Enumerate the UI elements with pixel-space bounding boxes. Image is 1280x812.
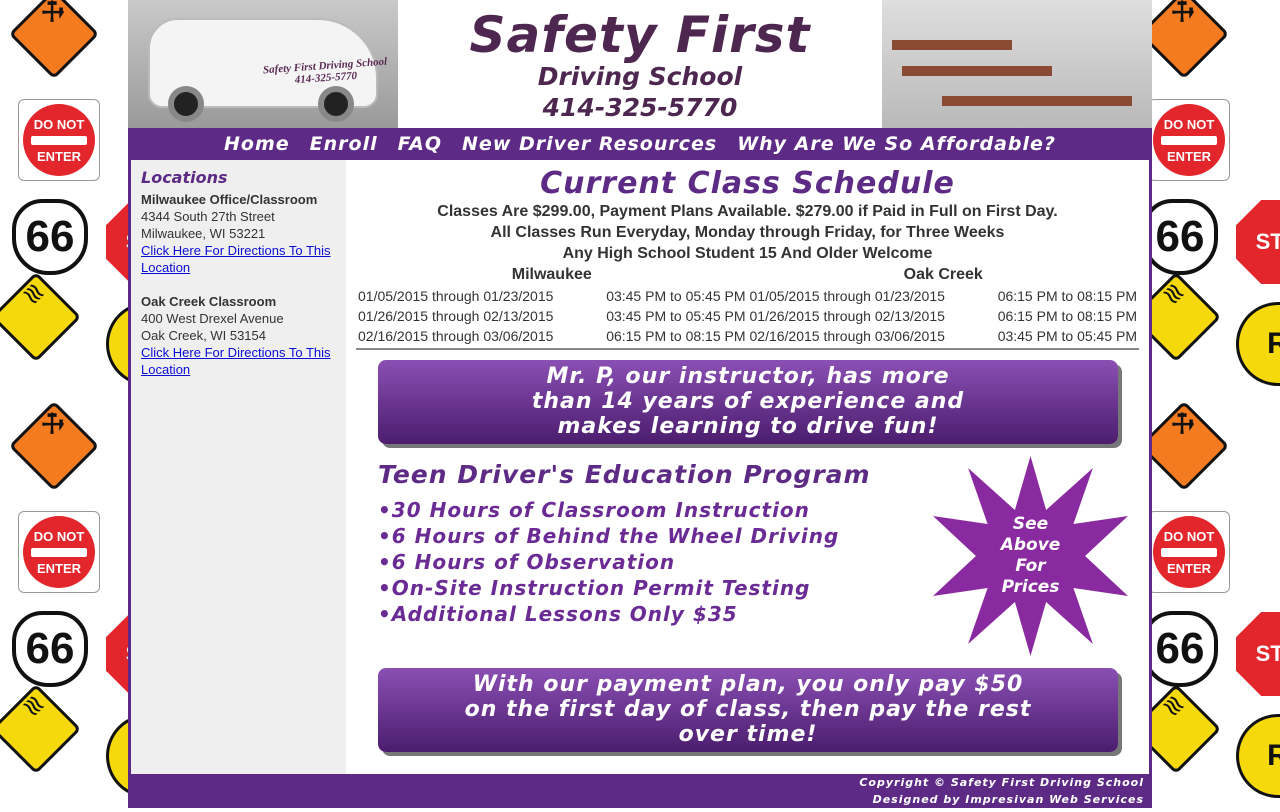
banner-line: over time! [678,722,818,747]
table-row: 01/05/2015 through 01/23/2015 06:15 PM to… [748,286,1140,306]
desk [942,96,1132,106]
schedule-table: Milwaukee 01/05/2015 through 01/23/2015 0… [356,266,1139,346]
banner-line: makes learning to drive fun! [557,414,939,439]
table-row: 01/26/2015 through 02/13/2015 06:15 PM to… [748,306,1140,326]
row-time: 03:45 PM to 05:45 PM [997,328,1137,344]
row-dates: 01/05/2015 through 01/23/2015 [358,288,554,304]
starburst-line: For [1015,556,1046,576]
site-logo[interactable]: Safety First Driving School 414-325-5770 [398,0,882,128]
row-time: 03:45 PM to 05:45 PM [606,308,746,324]
directions-link-oak-creek[interactable]: Click Here For Directions To This Locati… [141,345,331,377]
route-66-sign-icon: 66 [1142,199,1218,275]
nav-faq[interactable]: FAQ [398,133,442,155]
row-dates: 02/16/2015 through 03/06/2015 [749,328,945,344]
starburst-line: See [1012,514,1049,534]
row-dates: 01/26/2015 through 02/13/2015 [358,308,554,324]
banner-line: Mr. P, our instructor, has more [546,364,950,389]
car-wheel [168,86,204,122]
banner-line: With our payment plan, you only pay $50 [472,672,1024,697]
schedule-days: All Classes Run Everyday, Monday through… [490,224,1005,241]
route-66-sign-icon: 66 [1142,611,1218,687]
slippery-road-sign-icon: ≋ [1130,683,1222,775]
schedule-divider [356,348,1139,350]
location-oak-creek: Oak Creek Classroom 400 West Drexel Aven… [141,293,336,378]
starburst-line: Above [1000,535,1061,555]
nav-home[interactable]: Home [224,133,290,155]
nav-new-driver-resources[interactable]: New Driver Resources [462,133,717,155]
teen-program: Teen Driver's Education Program •30 Hour… [378,456,1138,660]
road-work-sign-icon: ⚒ [8,400,100,492]
row-dates: 02/16/2015 through 03/06/2015 [358,328,554,344]
row-dates: 01/26/2015 through 02/13/2015 [749,308,945,324]
row-time: 06:15 PM to 08:15 PM [606,328,746,344]
stop-sign-icon: STO [1236,612,1280,696]
railroad-crossing-sign-icon: R [1236,302,1280,386]
nav-enroll[interactable]: Enroll [310,133,378,155]
banner-line: than 14 years of experience and [531,389,965,414]
schedule-column-oak-creek: Oak Creek 01/05/2015 through 01/23/2015 0… [748,266,1140,346]
school-name: Safety First [469,6,811,64]
table-row: 01/05/2015 through 01/23/2015 03:45 PM to… [356,286,748,306]
banner-line: on the first day of class, then pay the … [464,697,1032,722]
row-time: 06:15 PM to 08:15 PM [997,288,1137,304]
column-heading: Milwaukee [511,266,592,283]
slippery-road-sign-icon: ≋ [0,271,82,363]
desk [892,40,1012,50]
location-milwaukee: Milwaukee Office/Classroom 4344 South 27… [141,191,336,276]
classroom-photo [882,0,1152,128]
school-subtitle: Driving School [537,62,743,91]
row-dates: 01/05/2015 through 01/23/2015 [749,288,945,304]
directions-link-milwaukee[interactable]: Click Here For Directions To This Locati… [141,243,331,275]
main-nav: Home Enroll FAQ New Driver Resources Why… [128,128,1152,160]
column-heading: Oak Creek [903,266,983,283]
table-row: 01/26/2015 through 02/13/2015 03:45 PM to… [356,306,748,326]
car-photo: Safety First Driving School 414-325-5770 [128,0,398,128]
locations-heading: Locations [141,168,228,187]
starburst-line: Prices [1001,577,1060,597]
location-city: Milwaukee, WI 53221 [141,226,266,241]
route-66-sign-icon: 66 [12,199,88,275]
row-time: 06:15 PM to 08:15 PM [997,308,1137,324]
schedule-pricing: Classes Are $299.00, Payment Plans Avail… [437,203,1058,220]
desk [902,66,1052,76]
footer-designer: Designed by Impresivan Web Services [872,793,1144,806]
row-time: 03:45 PM to 05:45 PM [606,288,746,304]
do-not-enter-sign-icon: DO NOT ENTER [1148,511,1230,593]
table-row: 02/16/2015 through 03/06/2015 06:15 PM to… [356,326,748,346]
location-city: Oak Creek, WI 53154 [141,328,266,343]
location-street: 4344 South 27th Street [141,209,275,224]
route-66-sign-icon: 66 [12,611,88,687]
schedule-title: Current Class Schedule [540,166,955,201]
site-header: Safety First Driving School 414-325-5770… [128,0,1152,128]
do-not-enter-sign-icon: DO NOT ENTER [1148,99,1230,181]
site-footer: Copyright © Safety First Driving School … [128,774,1152,808]
locations-sidebar: Locations Milwaukee Office/Classroom 434… [131,160,346,774]
payment-banner: With our payment plan, you only pay $50 … [378,668,1118,752]
instructor-banner: Mr. P, our instructor, has more than 14 … [378,360,1118,444]
do-not-enter-sign-icon: DO NOT ENTER [18,99,100,181]
stop-sign-icon: STO [1236,200,1280,284]
slippery-road-sign-icon: ≋ [0,683,82,775]
railroad-crossing-sign-icon: R [1236,714,1280,798]
table-row: 02/16/2015 through 03/06/2015 03:45 PM to… [748,326,1140,346]
location-name: Milwaukee Office/Classroom [141,192,318,207]
slippery-road-sign-icon: ≋ [1130,271,1222,363]
school-phone: 414-325-5770 [542,93,738,122]
content-area: Locations Milwaukee Office/Classroom 434… [128,160,1152,774]
road-work-sign-icon: ⚒ [8,0,100,80]
page-container: Safety First Driving School 414-325-5770… [128,0,1152,808]
road-work-sign-icon: ⚒ [1138,400,1230,492]
location-name: Oak Creek Classroom [141,294,277,309]
do-not-enter-sign-icon: DO NOT ENTER [18,511,100,593]
schedule-eligibility: Any High School Student 15 And Older Wel… [562,245,933,262]
car-wheel [318,86,354,122]
main-content: Current Class Schedule Classes Are $299.… [346,160,1149,774]
location-street: 400 West Drexel Avenue [141,311,284,326]
footer-copyright: Copyright © Safety First Driving School [859,776,1144,789]
road-work-sign-icon: ⚒ [1138,0,1230,80]
starburst-text: See Above For Prices [1001,514,1061,598]
nav-why-affordable[interactable]: Why Are We So Affordable? [737,133,1056,155]
schedule-column-milwaukee: Milwaukee 01/05/2015 through 01/23/2015 0… [356,266,748,346]
